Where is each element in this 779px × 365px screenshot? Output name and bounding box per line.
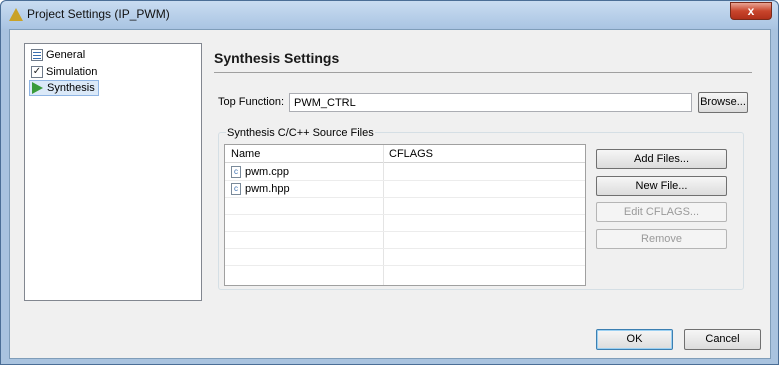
dialog-client-area: General ✓ Simulation Synthesis Synthesis… bbox=[9, 29, 771, 359]
column-separator bbox=[383, 145, 384, 285]
vivado-hls-logo-icon bbox=[9, 8, 23, 21]
tree-item-simulation[interactable]: ✓ Simulation bbox=[29, 64, 100, 80]
remove-button[interactable]: Remove bbox=[596, 229, 727, 249]
file-name: pwm.cpp bbox=[245, 166, 290, 178]
row-divider bbox=[225, 231, 585, 232]
source-files-table: Name CFLAGS c pwm.cpp c pwm.hpp bbox=[224, 144, 586, 286]
settings-category-tree: General ✓ Simulation Synthesis bbox=[24, 43, 202, 301]
dialog-window: Project Settings (IP_PWM) x General ✓ Si… bbox=[0, 0, 779, 365]
new-file-button[interactable]: New File... bbox=[596, 176, 727, 196]
add-files-button[interactable]: Add Files... bbox=[596, 149, 727, 169]
page-title: Synthesis Settings bbox=[214, 50, 340, 66]
row-divider bbox=[225, 214, 585, 215]
cancel-button[interactable]: Cancel bbox=[684, 329, 761, 350]
tree-item-label: General bbox=[46, 49, 86, 61]
cpp-file-icon: c bbox=[231, 166, 241, 178]
checkbox-icon: ✓ bbox=[31, 66, 43, 78]
tree-item-label: Simulation bbox=[46, 66, 98, 78]
row-divider bbox=[225, 265, 585, 266]
table-row[interactable]: c pwm.hpp bbox=[231, 181, 290, 197]
column-header-cflags[interactable]: CFLAGS bbox=[389, 148, 433, 160]
tree-item-general[interactable]: General bbox=[29, 47, 88, 63]
tree-item-label: Synthesis bbox=[47, 82, 95, 94]
column-header-name[interactable]: Name bbox=[231, 148, 260, 160]
header-file-icon: c bbox=[231, 183, 241, 195]
edit-cflags-button[interactable]: Edit CFLAGS... bbox=[596, 202, 727, 222]
top-function-label: Top Function: bbox=[218, 96, 285, 108]
general-settings-icon bbox=[31, 49, 43, 61]
file-name: pwm.hpp bbox=[245, 183, 290, 195]
top-function-input[interactable] bbox=[289, 93, 692, 112]
row-divider bbox=[225, 248, 585, 249]
heading-divider bbox=[214, 72, 752, 73]
browse-button[interactable]: Browse... bbox=[698, 92, 748, 113]
play-icon bbox=[32, 82, 43, 94]
window-title: Project Settings (IP_PWM) bbox=[27, 7, 170, 21]
tree-item-synthesis[interactable]: Synthesis bbox=[29, 80, 99, 96]
row-divider bbox=[225, 197, 585, 198]
ok-button[interactable]: OK bbox=[596, 329, 673, 350]
source-files-group-label: Synthesis C/C++ Source Files bbox=[226, 127, 375, 139]
table-row[interactable]: c pwm.cpp bbox=[231, 164, 289, 180]
title-bar[interactable]: Project Settings (IP_PWM) x bbox=[1, 1, 778, 29]
close-button[interactable]: x bbox=[730, 2, 772, 20]
table-header: Name CFLAGS bbox=[225, 145, 585, 163]
